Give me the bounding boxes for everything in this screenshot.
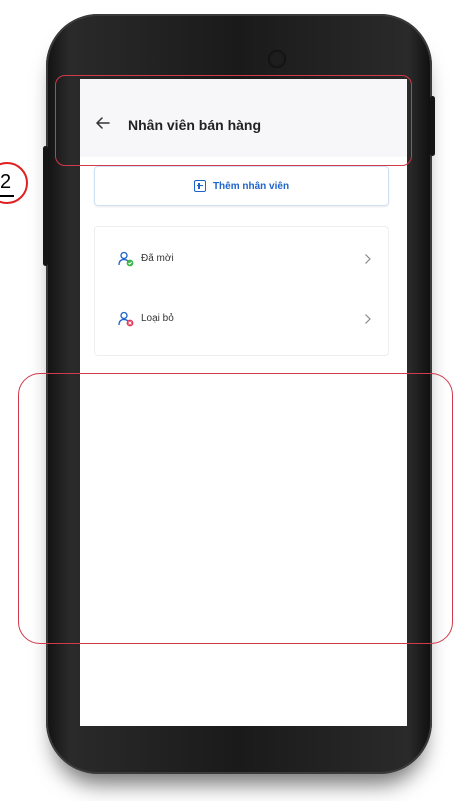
phone-side-button-left <box>43 146 48 266</box>
add-employee-button[interactable]: Thêm nhân viên <box>94 166 389 206</box>
user-check-icon <box>118 251 134 267</box>
list-item-invited[interactable]: Đã mời <box>95 233 388 285</box>
back-button[interactable] <box>93 113 113 133</box>
plus-square-icon <box>193 180 206 192</box>
phone-side-button-right <box>430 96 435 156</box>
app-bar: Nhân viên bán hàng <box>80 79 407 157</box>
arrow-left-icon <box>96 117 110 129</box>
employee-status-list: Đã mời Loại bỏ <box>94 226 389 356</box>
list-item-label: Đã mời <box>141 253 174 264</box>
phone-sensor <box>150 56 158 64</box>
list-item-removed[interactable]: Loại bỏ <box>95 293 388 345</box>
phone-screen: Nhân viên bán hàng Thêm nhân viên Đã mời <box>80 79 407 726</box>
phone-camera <box>268 50 286 68</box>
chevron-right-icon <box>365 314 371 324</box>
user-remove-icon <box>118 311 134 327</box>
list-item-label: Loại bỏ <box>141 313 174 324</box>
step-number: 2 <box>0 171 12 193</box>
page-title: Nhân viên bán hàng <box>128 117 262 133</box>
chevron-right-icon <box>365 254 371 264</box>
step-number-underline <box>0 195 14 197</box>
add-employee-label: Thêm nhân viên <box>212 180 290 192</box>
